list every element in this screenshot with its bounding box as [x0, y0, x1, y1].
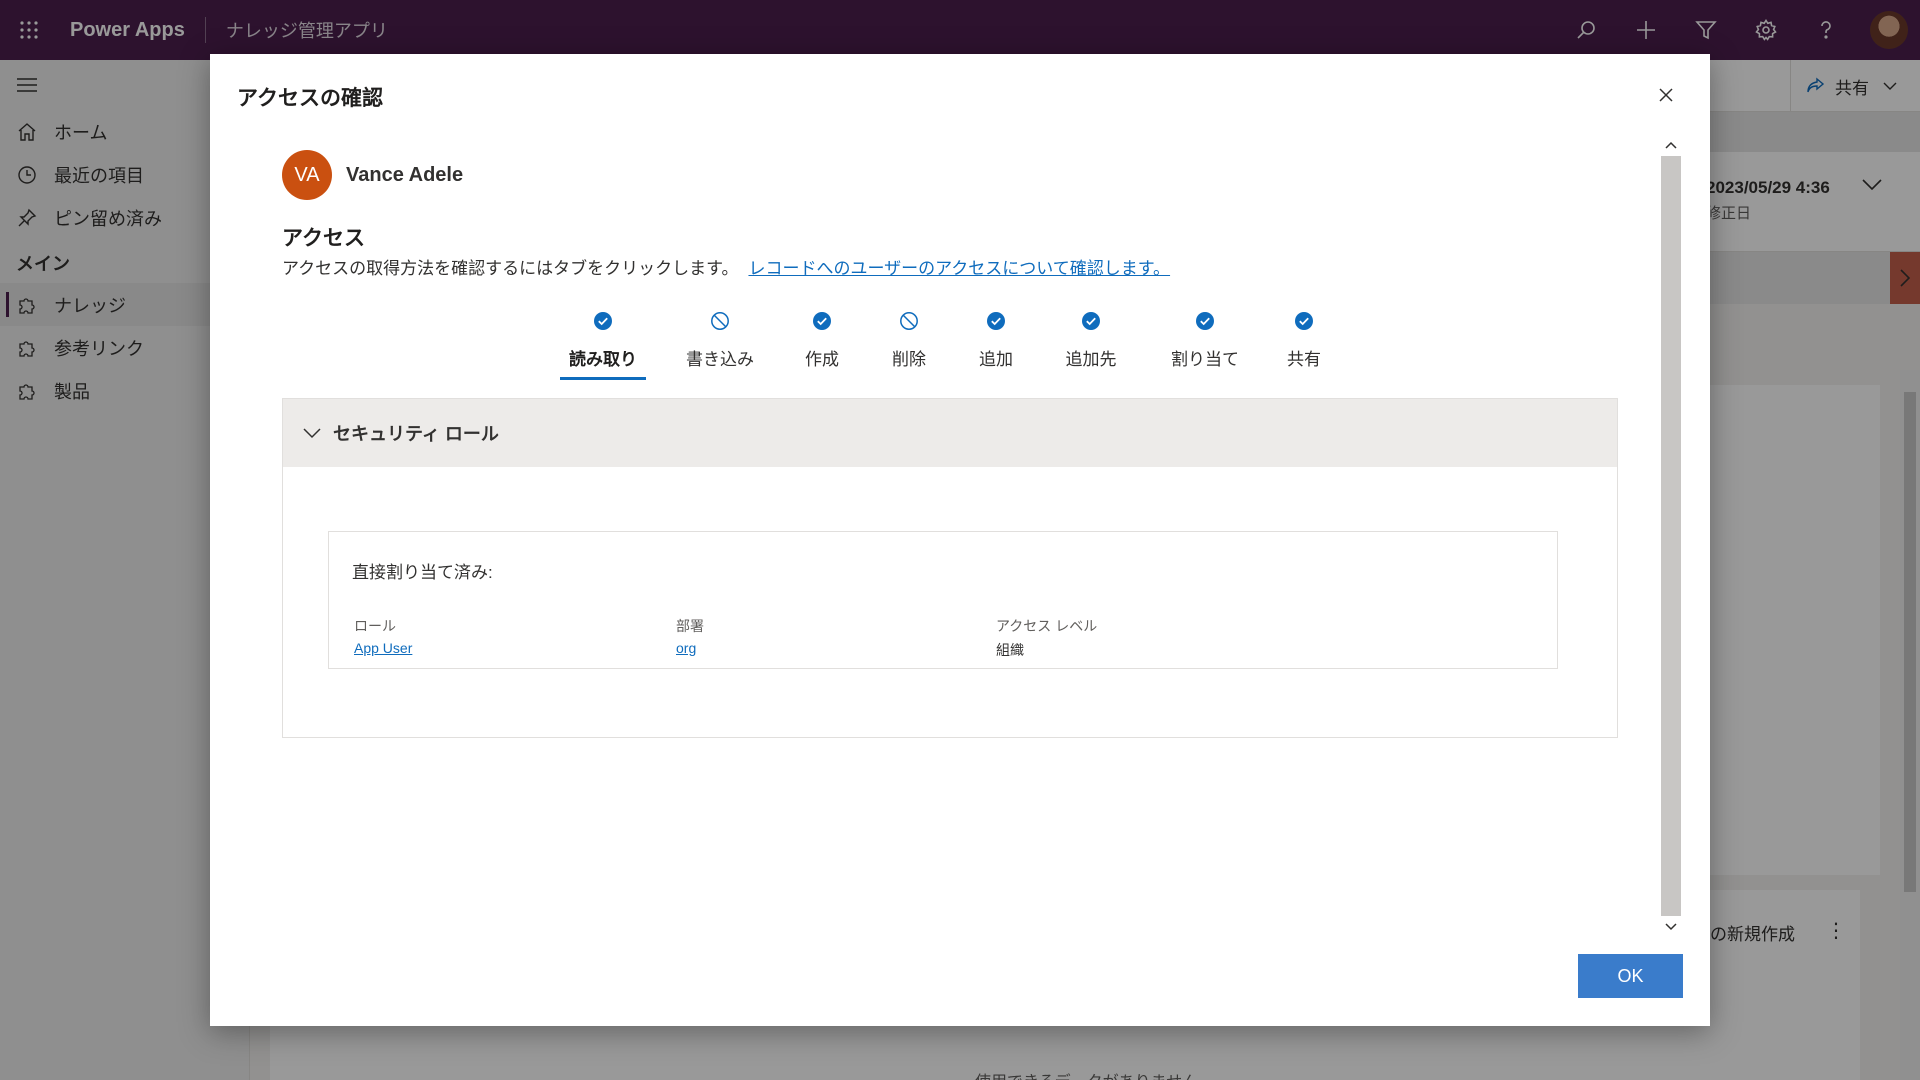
check-circle-icon	[987, 312, 1005, 330]
column-header: 部署	[676, 618, 704, 634]
check-circle-icon	[1295, 312, 1313, 330]
direct-assignment-title: 直接割り当て済み:	[352, 563, 493, 582]
section-title: セキュリティ ロール	[333, 424, 499, 444]
check-access-dialog: アクセスの確認 VA Vance Adele アクセス アクセスの取得方法を確認…	[210, 54, 1710, 1026]
check-circle-icon	[813, 312, 831, 330]
tab-label: 読み取り	[569, 350, 637, 369]
scroll-up-icon[interactable]	[1660, 136, 1682, 154]
user-name: Vance Adele	[346, 163, 464, 186]
role-column: ロール App User	[354, 616, 412, 656]
chevron-down-icon	[303, 428, 321, 439]
check-circle-icon	[1082, 312, 1100, 330]
column-header: ロール	[354, 618, 396, 634]
business-unit-column: 部署 org	[676, 616, 704, 656]
tab-active-underline	[560, 377, 646, 380]
check-circle-icon	[594, 312, 612, 330]
ok-button[interactable]: OK	[1578, 954, 1683, 998]
tab-label: 割り当て	[1171, 350, 1239, 369]
tab-append[interactable]: 追加	[966, 302, 1026, 380]
check-circle-icon	[1196, 312, 1214, 330]
security-roles-header[interactable]: セキュリティ ロール	[283, 399, 1617, 467]
tab-create[interactable]: 作成	[792, 302, 852, 380]
column-header: アクセス レベル	[996, 618, 1098, 634]
tab-label: 作成	[805, 350, 839, 369]
tab-label: 書き込み	[686, 350, 754, 369]
tab-delete[interactable]: 削除	[879, 302, 939, 380]
tab-assign[interactable]: 割り当て	[1155, 302, 1255, 380]
close-icon[interactable]	[1651, 80, 1681, 110]
user-info: VA Vance Adele	[282, 150, 463, 200]
tab-append-to[interactable]: 追加先	[1051, 302, 1131, 380]
security-roles-section: セキュリティ ロール 直接割り当て済み: ロール App User 部署 org…	[282, 398, 1618, 738]
access-heading: アクセス	[282, 227, 365, 250]
access-description-text: アクセスの取得方法を確認するにはタブをクリックします。	[282, 259, 739, 278]
tab-label: 追加	[979, 350, 1013, 369]
user-avatar-initials: VA	[282, 150, 332, 200]
tab-read[interactable]: 読み取り	[560, 302, 646, 380]
access-level-value: 組織	[996, 642, 1024, 658]
tab-label: 追加先	[1065, 350, 1117, 369]
access-learn-more-link[interactable]: レコードへのユーザーのアクセスについて確認します。	[748, 259, 1170, 278]
tab-share[interactable]: 共有	[1274, 302, 1334, 380]
scrollbar-thumb[interactable]	[1661, 156, 1681, 916]
access-description: アクセスの取得方法を確認するにはタブをクリックします。 レコードへのユーザーのアク…	[282, 254, 1170, 279]
tab-label: 削除	[892, 350, 926, 369]
role-link[interactable]: App User	[354, 640, 412, 656]
business-unit-link[interactable]: org	[676, 640, 704, 656]
scroll-down-icon[interactable]	[1660, 918, 1682, 936]
access-tabs: 読み取り 書き込み 作成 削除 追加 追加先 割り当て 共有	[282, 302, 1618, 380]
blocked-icon	[900, 312, 918, 330]
dialog-title: アクセスの確認	[237, 87, 383, 110]
dialog-body: VA Vance Adele アクセス アクセスの取得方法を確認するにはタブをク…	[282, 134, 1632, 934]
access-level-column: アクセス レベル 組織	[996, 616, 1097, 660]
tab-write[interactable]: 書き込み	[677, 302, 763, 380]
blocked-icon	[711, 312, 729, 330]
direct-assignment-card: 直接割り当て済み: ロール App User 部署 org アクセス レベル 組…	[328, 531, 1558, 669]
tab-label: 共有	[1287, 350, 1321, 369]
dialog-scrollbar[interactable]	[1660, 136, 1682, 936]
